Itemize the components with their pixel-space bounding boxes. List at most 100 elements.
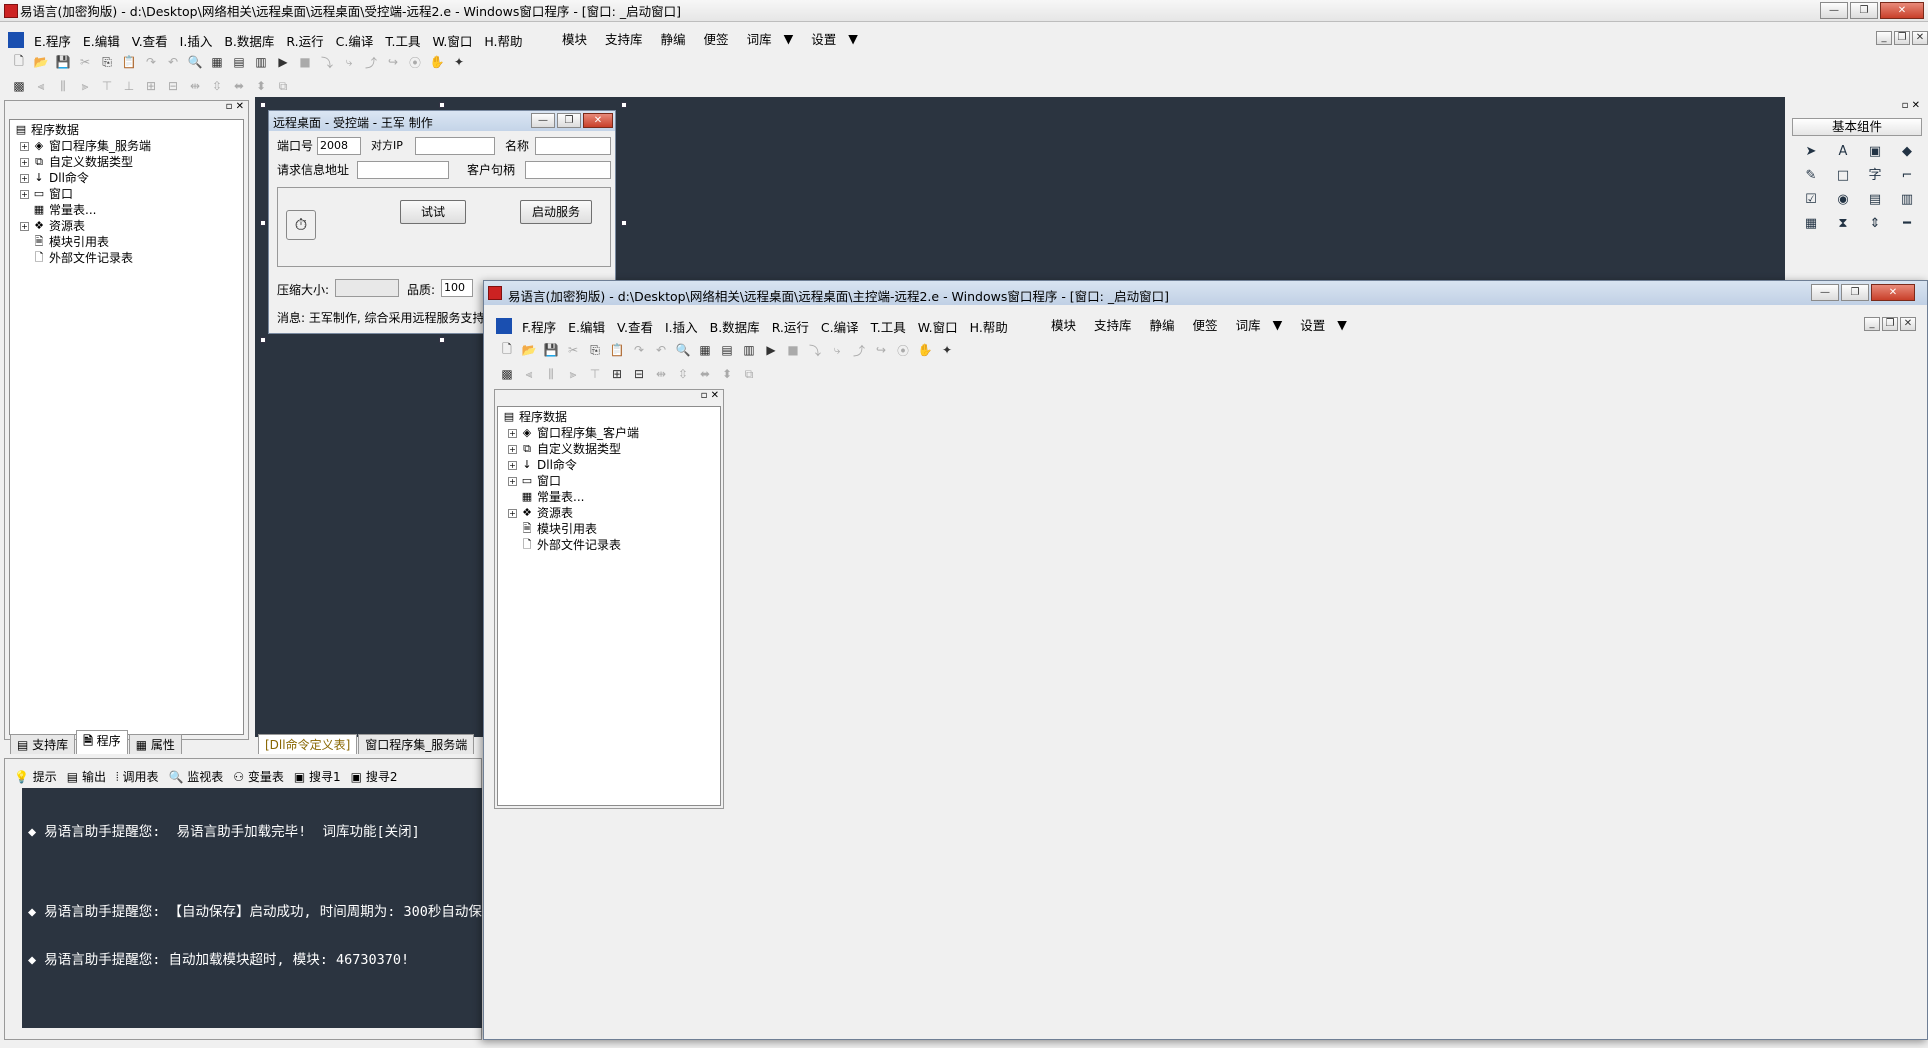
menu-module[interactable]: 模块 <box>556 29 593 48</box>
layout2-icon[interactable]: ▤ <box>718 341 736 359</box>
order-icon[interactable]: ⧉ <box>740 365 758 383</box>
undo-icon[interactable]: ↶ <box>652 341 670 359</box>
expand-icon[interactable]: + <box>20 141 29 151</box>
shape-icon[interactable]: ◆ <box>1896 142 1918 162</box>
tree-root[interactable]: ▤ 程序数据 <box>14 122 239 138</box>
step-over-icon[interactable]: ↪ <box>384 53 402 71</box>
app-menu-icon[interactable] <box>496 318 512 334</box>
combo-icon[interactable]: ▤ <box>1864 190 1886 210</box>
expand-icon[interactable]: + <box>20 221 29 231</box>
port-input[interactable]: 2008 <box>317 137 361 155</box>
chevron-down-icon[interactable]: ▼ <box>1331 317 1353 332</box>
cut-icon[interactable]: ✂ <box>564 341 582 359</box>
resize-handle[interactable] <box>439 102 445 108</box>
close-button[interactable]: ✕ <box>1880 2 1924 19</box>
tree-item[interactable]: + ▭ 窗口 <box>502 473 716 489</box>
slider-icon[interactable]: ━ <box>1896 214 1918 234</box>
menu-edit[interactable]: E.编辑 <box>562 317 611 336</box>
align-center-icon[interactable]: ⫼ <box>542 365 560 383</box>
tab-properties[interactable]: ▦ 属性 <box>128 734 182 754</box>
menu-database[interactable]: B.数据库 <box>704 317 766 336</box>
tree-item[interactable]: + ⧉ 自定义数据类型 <box>502 441 716 457</box>
expand-icon[interactable]: + <box>20 157 29 167</box>
menu-program[interactable]: E.程序 <box>28 31 77 50</box>
peer-ip-input[interactable] <box>415 137 495 155</box>
name-input[interactable] <box>535 137 611 155</box>
order-icon[interactable]: ⧉ <box>274 77 292 95</box>
minimize-button[interactable]: — <box>1820 2 1848 19</box>
tab-program[interactable]: 🗎 程序 <box>76 730 128 754</box>
menu-insert[interactable]: I.插入 <box>659 317 704 336</box>
align-right-icon[interactable]: ⫸ <box>564 365 582 383</box>
pin-icon[interactable]: ▫ ✕ <box>226 101 244 112</box>
hand-icon[interactable]: ✋ <box>916 341 934 359</box>
image-icon[interactable]: ▣ <box>1864 142 1886 162</box>
menu-support-lib[interactable]: 支持库 <box>1082 315 1138 334</box>
align-top-icon[interactable]: ⊤ <box>586 365 604 383</box>
align-left-icon[interactable]: ⫷ <box>520 365 538 383</box>
open-folder-icon[interactable]: 📂 <box>32 53 50 71</box>
tree-item[interactable]: 🗎 模块引用表 <box>502 521 716 537</box>
tab-output[interactable]: ▤ 输出 <box>63 768 110 785</box>
same-width-icon[interactable]: ⊞ <box>608 365 626 383</box>
menu-window[interactable]: W.窗口 <box>426 31 478 50</box>
hspace-icon[interactable]: ⇹ <box>652 365 670 383</box>
compress-input[interactable] <box>335 279 399 297</box>
find-icon[interactable]: 🔍 <box>186 53 204 71</box>
text-icon[interactable]: 字 <box>1864 166 1886 186</box>
tree-item[interactable]: 🗎 模块引用表 <box>14 234 239 250</box>
layout1-icon[interactable]: ▦ <box>208 53 226 71</box>
expand-icon[interactable]: + <box>20 173 29 183</box>
menu-help[interactable]: H.帮助 <box>478 31 528 50</box>
request-url-input[interactable] <box>357 161 449 179</box>
step-into-icon[interactable]: ⤷ <box>340 53 358 71</box>
menu-tools[interactable]: T.工具 <box>379 31 426 50</box>
step-over-icon[interactable]: ↪ <box>872 341 890 359</box>
step-icon[interactable]: ⤵ <box>318 53 336 71</box>
try-button[interactable]: 试试 <box>400 200 466 224</box>
maximize-button[interactable]: ❐ <box>1841 284 1869 301</box>
layout3-icon[interactable]: ▥ <box>252 53 270 71</box>
tab-server-class[interactable]: 窗口程序集_服务端 <box>358 734 475 754</box>
save-icon[interactable]: 💾 <box>54 53 72 71</box>
radio-icon[interactable]: ◉ <box>1832 190 1854 210</box>
copy-icon[interactable]: ⎘ <box>98 53 116 71</box>
run-icon[interactable]: ▶ <box>762 341 780 359</box>
assistant-icon[interactable]: ✦ <box>450 53 468 71</box>
label-icon[interactable]: A <box>1832 142 1854 162</box>
open-folder-icon[interactable]: 📂 <box>520 341 538 359</box>
tree-item[interactable]: + ❖ 资源表 <box>14 218 239 234</box>
tab-vars[interactable]: ⚇ 变量表 <box>229 768 288 785</box>
edit-icon[interactable]: ✎ <box>1800 166 1822 186</box>
resize-handle[interactable] <box>260 220 266 226</box>
menu-lexicon[interactable]: 词库 <box>1224 315 1267 334</box>
list-icon[interactable]: ▥ <box>1896 190 1918 210</box>
breakpoint-icon[interactable]: ⦿ <box>894 341 912 359</box>
redo-icon[interactable]: ↷ <box>630 341 648 359</box>
menu-program[interactable]: F.程序 <box>516 317 562 336</box>
assistant-icon[interactable]: ✦ <box>938 341 956 359</box>
step-out-icon[interactable]: ⤴ <box>850 341 868 359</box>
basic-components-header[interactable]: 基本组件 <box>1792 118 1922 136</box>
menu-notes[interactable]: 便签 <box>692 29 735 48</box>
menu-notes[interactable]: 便签 <box>1181 315 1224 334</box>
new-file-icon[interactable]: 🗋 <box>498 341 516 359</box>
app-menu-icon[interactable] <box>8 32 24 48</box>
tree-item[interactable]: + ↓ Dll命令 <box>14 170 239 186</box>
tree-item[interactable]: ▦ 常量表... <box>14 202 239 218</box>
menu-help[interactable]: H.帮助 <box>964 317 1014 336</box>
menu-module[interactable]: 模块 <box>1045 315 1082 334</box>
resize-handle[interactable] <box>621 102 627 108</box>
tree-item[interactable]: + ↓ Dll命令 <box>502 457 716 473</box>
run-icon[interactable]: ▶ <box>274 53 292 71</box>
tree-item[interactable]: + ⧉ 自定义数据类型 <box>14 154 239 170</box>
expand-icon[interactable]: + <box>508 444 517 454</box>
hand-icon[interactable]: ✋ <box>428 53 446 71</box>
mdi-minimize-button[interactable]: _ <box>1864 317 1880 331</box>
menu-static[interactable]: 静编 <box>649 29 692 48</box>
chevron-down-icon[interactable]: ▼ <box>778 31 800 46</box>
same-width-icon[interactable]: ⊞ <box>142 77 160 95</box>
step-into-icon[interactable]: ⤷ <box>828 341 846 359</box>
stop-icon[interactable]: ■ <box>296 53 314 71</box>
resize-handle[interactable] <box>260 337 266 343</box>
